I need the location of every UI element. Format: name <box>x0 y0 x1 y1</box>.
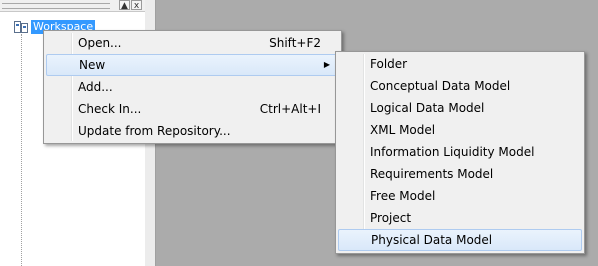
context-menu: Open... Shift+F2 New ▶ Add... Check In..… <box>43 30 342 144</box>
menu-item-shortcut: Shift+F2 <box>269 36 321 50</box>
menu-item-label: Information Liquidity Model <box>370 145 535 159</box>
menu-item-label: Folder <box>370 57 408 71</box>
pane-toolbar: ▲ x <box>0 0 145 12</box>
close-icon[interactable]: x <box>131 0 142 11</box>
tree-guide-line <box>21 34 23 266</box>
submenu-item-conceptual-data-model[interactable]: Conceptual Data Model <box>338 75 582 97</box>
menu-item-label: New <box>79 58 106 72</box>
menu-item-label: Physical Data Model <box>371 233 493 247</box>
submenu-item-project[interactable]: Project <box>338 207 582 229</box>
menu-item-label: Free Model <box>370 189 436 203</box>
workspace-icon <box>14 21 28 33</box>
submenu-item-requirements-model[interactable]: Requirements Model <box>338 163 582 185</box>
menu-item-label: Logical Data Model <box>370 101 485 115</box>
menu-item-shortcut: Ctrl+Alt+I <box>259 102 321 116</box>
menu-item-new[interactable]: New ▶ <box>46 54 339 76</box>
menu-item-label: Check In... <box>78 102 142 116</box>
menu-item-label: Open... <box>78 36 122 50</box>
arrow-up-icon[interactable]: ▲ <box>119 0 130 11</box>
submenu-item-physical-data-model[interactable]: Physical Data Model <box>338 229 582 251</box>
menu-item-check-in[interactable]: Check In... Ctrl+Alt+I <box>46 98 339 120</box>
submenu-item-folder[interactable]: Folder <box>338 53 582 75</box>
menu-item-label: Project <box>370 211 412 225</box>
submenu-arrow-icon: ▶ <box>323 60 330 69</box>
menu-item-label: Conceptual Data Model <box>370 79 511 93</box>
new-submenu: Folder Conceptual Data Model Logical Dat… <box>335 51 585 254</box>
pane-drag-handle[interactable] <box>2 3 110 9</box>
menu-item-label: Add... <box>78 80 113 94</box>
menu-item-label: Update from Repository... <box>78 124 231 138</box>
menu-item-update-from-repository[interactable]: Update from Repository... <box>46 120 339 142</box>
submenu-item-information-liquidity-model[interactable]: Information Liquidity Model <box>338 141 582 163</box>
submenu-item-free-model[interactable]: Free Model <box>338 185 582 207</box>
menu-item-label: Requirements Model <box>370 167 494 181</box>
menu-item-add[interactable]: Add... <box>46 76 339 98</box>
submenu-item-logical-data-model[interactable]: Logical Data Model <box>338 97 582 119</box>
menu-item-open[interactable]: Open... Shift+F2 <box>46 32 339 54</box>
menu-item-label: XML Model <box>370 123 436 137</box>
submenu-item-xml-model[interactable]: XML Model <box>338 119 582 141</box>
